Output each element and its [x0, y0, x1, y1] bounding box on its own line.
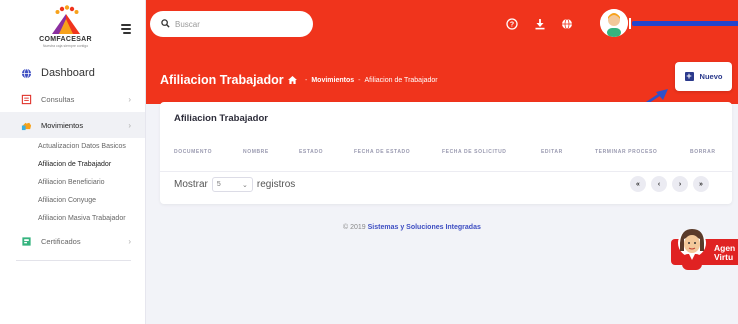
sidebar-item-dashboard[interactable]: Dashboard: [0, 60, 145, 86]
column-header[interactable]: BORRAR: [690, 149, 716, 155]
search-input[interactable]: [175, 19, 305, 29]
company-link[interactable]: Sistemas y Soluciones Integradas: [368, 224, 481, 231]
records-label: registros: [256, 179, 296, 190]
brand-name: COMFACESAR: [39, 35, 92, 43]
agent-avatar: [678, 229, 706, 270]
page-length-control: Mostrar 5 ⌄ registros: [174, 177, 295, 192]
last-page-button[interactable]: »: [693, 176, 709, 192]
submenu-item-actualizacion[interactable]: Actualizacion Datos Basicos: [38, 138, 145, 156]
copyright: © 2019 Sistemas y Soluciones Integradas: [343, 224, 481, 231]
copyright-prefix: © 2019: [343, 224, 366, 231]
user-name-redacted: [629, 18, 738, 29]
previous-page-button[interactable]: ‹: [651, 176, 667, 192]
submenu-item-afiliacion-trabajador[interactable]: Afiliacion de Trabajador: [38, 156, 145, 174]
page-size-select[interactable]: 5 ⌄: [211, 177, 253, 192]
hand-icon: [20, 119, 32, 131]
agent-label: Agen Virtu: [714, 244, 735, 262]
virtual-agent-widget[interactable]: Agen Virtu: [669, 227, 738, 275]
table-header-divider: [160, 171, 732, 172]
logo-area: COMFACESAR Nuestra caja siempre contigo: [0, 0, 145, 50]
affiliation-card: Afiliacion Trabajador DOCUMENTO NOMBRE E…: [160, 102, 732, 204]
first-page-button[interactable]: «: [630, 176, 646, 192]
sidebar-item-consultas[interactable]: Consultas ›: [0, 86, 145, 112]
show-label: Mostrar: [174, 179, 208, 190]
table-header: DOCUMENTO NOMBRE ESTADO FECHA DE ESTADO …: [160, 134, 732, 171]
top-header: ?: [146, 0, 738, 54]
certificate-icon: [20, 235, 32, 247]
submenu-item-afiliacion-beneficiario[interactable]: Afiliacion Beneficiario: [38, 174, 145, 192]
sidebar-item-label: Consultas: [41, 94, 75, 104]
search-icon: [161, 15, 170, 33]
breadcrumb-item-movimientos[interactable]: Movimientos: [311, 77, 354, 84]
movimientos-submenu: Actualizacion Datos Basicos Afiliacion d…: [0, 138, 145, 228]
brand-tagline: Nuestra caja siempre contigo: [42, 43, 89, 48]
home-icon[interactable]: [288, 76, 297, 84]
sidebar: COMFACESAR Nuestra caja siempre contigo …: [0, 0, 146, 324]
sidebar-divider: [16, 260, 131, 261]
svg-text:?: ?: [510, 22, 514, 29]
globe-icon: [20, 67, 32, 79]
submenu-item-afiliacion-conyuge[interactable]: Afiliacion Conyuge: [38, 192, 145, 210]
next-page-button[interactable]: ›: [672, 176, 688, 192]
sidebar-item-label: Dashboard: [41, 67, 95, 79]
breadcrumb-separator: -: [305, 76, 308, 84]
chevron-right-icon: ›: [128, 94, 131, 104]
page-title: Afiliacion Trabajador: [160, 73, 284, 87]
breadcrumb-separator: -: [358, 76, 361, 84]
column-header[interactable]: FECHA DE SOLICITUD: [442, 149, 507, 155]
globe-icon[interactable]: [560, 17, 574, 31]
pagination: « ‹ › »: [630, 176, 714, 192]
plus-icon: +: [684, 71, 694, 81]
sidebar-item-certificados[interactable]: Certificados ›: [0, 228, 145, 254]
column-header[interactable]: DOCUMENTO: [174, 149, 212, 155]
sidebar-item-movimientos[interactable]: Movimientos ›: [0, 112, 145, 138]
menu-toggle-icon[interactable]: [121, 24, 131, 36]
help-icon[interactable]: ?: [505, 17, 519, 31]
column-header[interactable]: FECHA DE ESTADO: [354, 149, 410, 155]
chevron-right-icon: ›: [128, 236, 131, 246]
page-size-value: 5: [216, 181, 221, 188]
clipboard-icon: [20, 93, 32, 105]
card-title: Afiliacion Trabajador: [174, 113, 268, 124]
chevron-down-icon: ›: [128, 120, 131, 130]
agent-label-line2: Virtu: [714, 252, 734, 262]
chevron-down-icon: ⌄: [242, 181, 248, 189]
brand-logo-mark: [51, 4, 80, 34]
sidebar-nav: Dashboard Consultas › Movimientos › Actu…: [0, 60, 145, 254]
search-box[interactable]: [150, 11, 313, 37]
download-icon[interactable]: [533, 17, 547, 31]
column-header[interactable]: ESTADO: [299, 149, 323, 155]
column-header[interactable]: EDITAR: [541, 149, 563, 155]
new-button[interactable]: + Nuevo: [675, 62, 732, 91]
brand-logo[interactable]: COMFACESAR Nuestra caja siempre contigo: [39, 4, 92, 48]
new-button-label: Nuevo: [699, 72, 723, 81]
sidebar-item-label: Movimientos: [41, 120, 84, 130]
column-header[interactable]: TERMINAR PROCESO: [595, 149, 657, 155]
user-avatar[interactable]: [600, 9, 628, 37]
breadcrumb: - Movimientos - Afiliacion de Trabajador: [288, 76, 438, 84]
sidebar-item-label: Certificados: [41, 236, 81, 246]
submenu-item-afiliacion-masiva[interactable]: Afiliacion Masiva Trabajador: [38, 210, 145, 228]
column-header[interactable]: NOMBRE: [243, 149, 269, 155]
breadcrumb-item-current: Afiliacion de Trabajador: [364, 76, 438, 84]
